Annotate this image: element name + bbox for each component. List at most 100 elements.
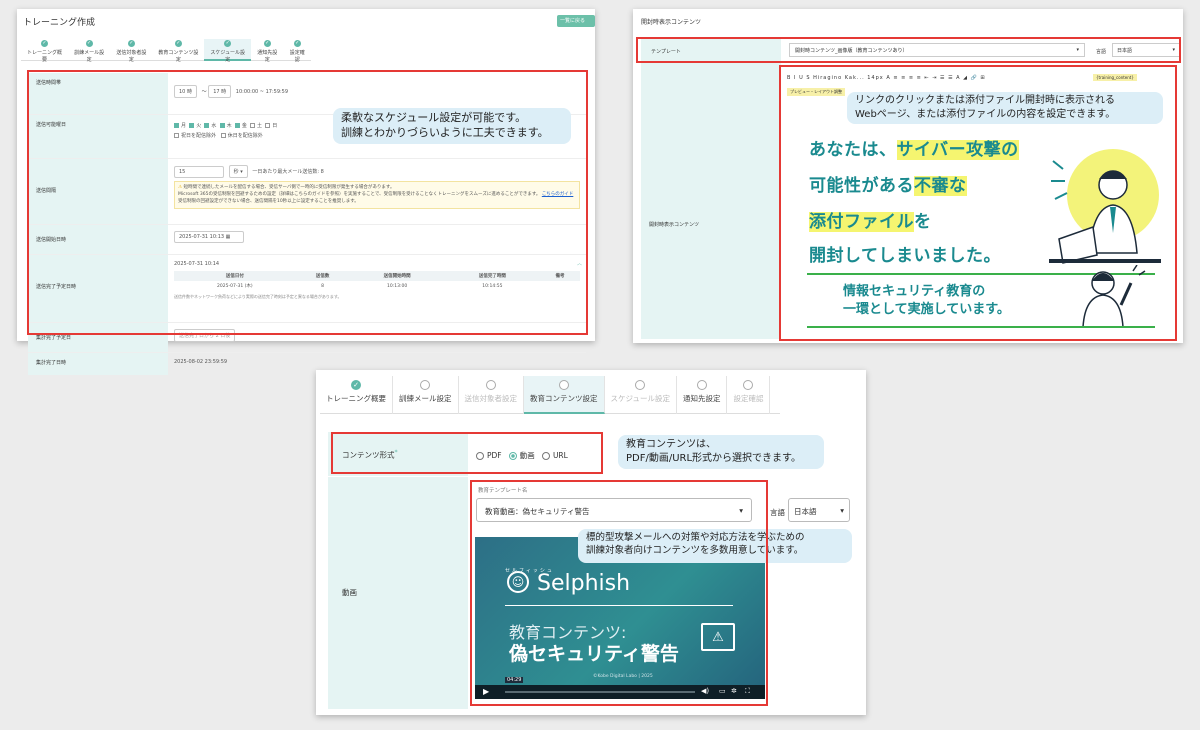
language-label: 言語 xyxy=(770,508,785,517)
radio-video[interactable]: 動画 xyxy=(508,451,535,460)
pointing-woman-illustration xyxy=(1073,264,1149,328)
weekdays-label: 送信可能曜日 xyxy=(28,115,168,158)
tab-confirm[interactable]: ✓ 設定確認 xyxy=(283,39,311,63)
weekday-mon[interactable]: 月 xyxy=(174,123,186,129)
video-label: 動画 xyxy=(328,477,468,709)
warning-box: ⚠ 短時間で連続したメールを配信する場合、受信サーバ側で一時的に受信制限が発生す… xyxy=(174,181,580,210)
schedule-table: 送信日付 送信数 送信開始時間 送信完了時間 備考 2025-07-31 (木)… xyxy=(174,271,580,291)
step-tabs: ✓ トレーニング概要 訓練メール設定 送信対象者設定 教育コンテンツ設定 スケジュ… xyxy=(320,376,780,414)
exclude-dayoff-checkbox[interactable]: 休日を配信除外 xyxy=(220,133,263,139)
step-tabs: ✓ トレーニング概要 ✓ 訓練メール設定 ✓ 送信対象者設定 ✓ 教育コンテンツ設定 ✓… xyxy=(21,39,311,63)
send-time-label: 送信時間帯 xyxy=(28,73,168,114)
check-icon: ✓ xyxy=(41,40,49,47)
tab-overview[interactable]: ✓ トレーニング概要 xyxy=(21,39,68,63)
template-row: テンプレート 開封時コンテンツ_画像版（教育コンテンツあり） ▾ 言語 日本語 ▾ xyxy=(641,39,1181,63)
weekday-wed[interactable]: 水 xyxy=(204,123,216,129)
captions-icon[interactable]: ▭ xyxy=(719,687,726,695)
play-icon[interactable]: ▶ xyxy=(483,687,489,696)
tab-education[interactable]: ✓ 教育コンテンツ設定 xyxy=(152,39,204,63)
weekday-tue[interactable]: 火 xyxy=(189,123,201,129)
tab-mail[interactable]: 訓練メール設定 xyxy=(393,376,459,414)
send-from-select[interactable]: 10 時 xyxy=(174,85,197,98)
page-title: トレーニング作成 xyxy=(23,18,96,28)
volume-icon[interactable]: ◀) xyxy=(701,687,709,695)
format-callout: 教育コンテンツは、 PDF/動画/URL形式から選択できます。 xyxy=(618,435,824,469)
chevron-down-icon: ▾ xyxy=(840,506,844,515)
tab-targets[interactable]: 送信対象者設定 xyxy=(459,376,524,414)
template-select[interactable]: 教育動画：偽セキュリティ警告 ▾ xyxy=(476,498,752,522)
section-title: 開封時表示コンテンツ xyxy=(641,19,702,26)
collect-finish-label: 集計完了日時 xyxy=(28,353,168,375)
open-content-panel: 開封時表示コンテンツ テンプレート 開封時コンテンツ_画像版（教育コンテンツあり… xyxy=(633,9,1183,343)
back-to-list-button[interactable]: 一覧に戻る xyxy=(557,15,595,27)
education-content-panel: ✓ トレーニング概要 訓練メール設定 送信対象者設定 教育コンテンツ設定 スケジュ… xyxy=(316,370,866,715)
weekday-fri[interactable]: 金 xyxy=(234,123,247,129)
editor-toolbar[interactable]: B I U S Hiragino Kak... 14px A ≡ ≡ ≡ ≡ ⇤… xyxy=(787,75,986,81)
check-icon: ✓ xyxy=(224,40,232,47)
weekday-sat[interactable]: 土 xyxy=(250,123,262,129)
interval-input[interactable]: 15 xyxy=(174,166,224,178)
content-label: 開封時表示コンテンツ xyxy=(649,222,700,228)
tab-schedule[interactable]: スケジュール設定 xyxy=(605,376,677,414)
video-callout: 標的型攻撃メールへの対策や対応方法を学ぶための 訓練対象者向けコンテンツを多数用… xyxy=(578,529,852,563)
exclude-holiday-checkbox[interactable]: 祝日を配信除外 xyxy=(174,133,216,139)
collapse-chevron-icon[interactable]: ︿ xyxy=(577,260,582,267)
start-datetime-input[interactable]: 2025-07-31 10:13 ▦ xyxy=(174,231,244,243)
radio-url[interactable]: URL xyxy=(541,451,568,460)
collect-estimate-label: 集計完了予定日 xyxy=(28,323,168,352)
check-icon: ✓ xyxy=(293,40,301,47)
interval-unit-select[interactable]: 秒 ▾ xyxy=(228,165,248,178)
language-select[interactable]: 日本語 ▾ xyxy=(788,498,850,522)
radio-pdf[interactable]: PDF xyxy=(476,451,502,460)
brand-logo: Selphish xyxy=(537,571,631,596)
chevron-down-icon: ▾ xyxy=(739,506,743,515)
tab-mail[interactable]: ✓ 訓練メール設定 xyxy=(68,39,110,63)
worried-man-illustration xyxy=(1045,143,1165,267)
max-mail-note: 一日あたり最大メール送信数: 8 xyxy=(252,169,324,175)
preview-tag[interactable]: プレビュー・レイアウト調整 xyxy=(787,88,845,96)
language-label: 言語 xyxy=(1096,49,1107,55)
chevron-down-icon: ▾ xyxy=(1076,47,1079,53)
guide-link[interactable]: こちらのガイド xyxy=(542,192,574,197)
finish-estimate-label: 送信完了予定日時 xyxy=(28,255,168,322)
check-icon: ✓ xyxy=(85,40,93,47)
language-select[interactable]: 日本語 ▾ xyxy=(1112,43,1180,57)
logo-icon: ☺ xyxy=(507,571,529,593)
fullscreen-icon[interactable]: ⛶ xyxy=(745,687,750,696)
settings-icon[interactable]: ✲ xyxy=(731,687,737,695)
content-format-label: コンテンツ形式* xyxy=(328,432,468,476)
template-label: テンプレート xyxy=(651,49,681,55)
video-controls: ▶ ◀) ▭ ✲ ⛶ xyxy=(475,685,765,699)
check-icon: ✓ xyxy=(351,380,361,390)
warning-icon: ⚠ xyxy=(178,185,183,190)
start-label: 送信開始日時 xyxy=(28,225,168,254)
divider xyxy=(807,326,1155,328)
send-time-range: 10:00:00 ~ 17:59:59 xyxy=(235,89,289,95)
seek-bar[interactable] xyxy=(505,691,695,693)
check-icon: ✓ xyxy=(263,40,271,47)
tab-confirm[interactable]: 設定確認 xyxy=(727,376,771,414)
tab-notify[interactable]: ✓ 通知先設定 xyxy=(251,39,283,63)
time-display: 04:29 xyxy=(505,677,524,683)
training-tag[interactable]: {training_content} xyxy=(1093,74,1137,81)
collect-days-input[interactable]: 送信完了日から 2 日後 xyxy=(174,329,236,342)
tab-overview[interactable]: ✓ トレーニング概要 xyxy=(320,376,393,414)
weekday-thu[interactable]: 木 xyxy=(219,123,232,129)
weekday-sun[interactable]: 日 xyxy=(265,123,277,129)
template-select[interactable]: 開封時コンテンツ_画像版（教育コンテンツあり） ▾ xyxy=(789,43,1085,57)
table-row: 2025-07-31 (木) 8 10:13:00 10:14:55 xyxy=(217,283,503,290)
tab-education[interactable]: 教育コンテンツ設定 xyxy=(524,376,605,414)
send-to-select[interactable]: 17 時 xyxy=(208,85,232,98)
tab-notify[interactable]: 通知先設定 xyxy=(677,376,728,414)
tab-targets[interactable]: ✓ 送信対象者設定 xyxy=(110,39,152,63)
tab-schedule[interactable]: ✓ スケジュール設定 xyxy=(204,39,252,63)
schedule-callout: 柔軟なスケジュール設定が可能です。 訓練とわかりづらいように工夫できます。 xyxy=(333,108,571,144)
calendar-icon: ▦ xyxy=(225,234,231,240)
check-icon: ✓ xyxy=(127,40,135,47)
content-callout: リンクのクリックまたは添付ファイル開封時に表示される Webページ、または添付フ… xyxy=(847,92,1163,124)
check-icon: ✓ xyxy=(174,40,182,47)
interval-label: 送信間隔 xyxy=(28,159,168,224)
warning-window-icon: ⚠ xyxy=(701,623,735,651)
content-format-radios: PDF 動画 URL xyxy=(476,450,568,461)
schedule-settings-panel: トレーニング作成 一覧に戻る ✓ トレーニング概要 ✓ 訓練メール設定 ✓ 送信対象者… xyxy=(17,9,595,375)
